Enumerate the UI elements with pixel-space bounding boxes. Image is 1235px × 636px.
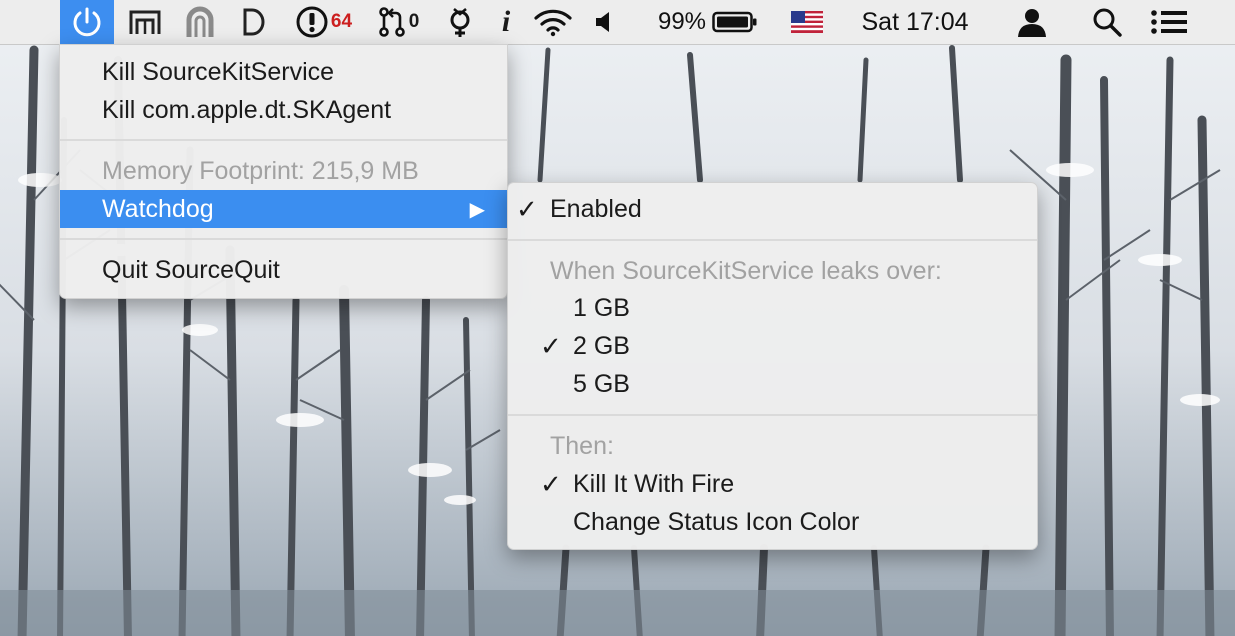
d-status-item[interactable] (238, 0, 270, 44)
menu-item-kill-skagent[interactable]: Kill com.apple.dt.SKAgent (60, 91, 507, 129)
watchdog-submenu: ✓ Enabled When SourceKitService leaks ov… (507, 182, 1038, 550)
menu-separator (60, 139, 507, 141)
user-icon (1018, 9, 1046, 37)
submenu-arrow-icon: ▶ (469, 198, 485, 221)
d-letter-icon (243, 8, 265, 36)
menu-bar: 64 0 i 99% Sat 17:04 (0, 0, 1235, 45)
hdd-monitor-icon (129, 10, 161, 34)
checkmark-icon: ✓ (540, 330, 562, 361)
menu-item-threshold-2gb[interactable]: ✓ 2 GB (508, 327, 1037, 365)
menu-item-label: Quit SourceQuit (102, 255, 280, 284)
info-icon: i (501, 5, 511, 38)
gender-status-item[interactable] (440, 0, 480, 44)
menu-item-label: 1 GB (573, 293, 630, 322)
menu-item-threshold-1gb[interactable]: 1 GB (508, 289, 1037, 327)
menu-item-label: 5 GB (573, 369, 630, 398)
menu-item-kill-sourcekitservice[interactable]: Kill SourceKitService (60, 53, 507, 91)
notification-center-status-item[interactable] (1148, 0, 1190, 44)
volume-status-item[interactable] (590, 0, 618, 44)
menu-item-label: Change Status Icon Color (573, 507, 860, 536)
info-status-item[interactable]: i (492, 0, 520, 44)
section-header: When SourceKitService leaks over: (550, 256, 942, 285)
section-header: Then: (550, 431, 614, 460)
us-flag-icon (791, 11, 823, 33)
leaks-threshold-header: When SourceKitService leaks over: (508, 251, 1037, 291)
menu-item-label: 2 GB (573, 331, 630, 360)
alert-count-badge: 64 (330, 11, 353, 32)
battery-percent: 99% (657, 8, 707, 35)
pull-requests-status-item[interactable]: 0 (372, 0, 424, 44)
menu-item-label: Kill com.apple.dt.SKAgent (102, 95, 392, 124)
wifi-status-item[interactable] (530, 0, 576, 44)
then-header: Then: (508, 427, 1037, 465)
menu-item-change-status-icon-color[interactable]: Change Status Icon Color (508, 503, 1037, 541)
menu-separator (508, 414, 1037, 416)
arch-icon (186, 6, 214, 37)
menu-item-watchdog[interactable]: Watchdog ▶ (60, 190, 507, 228)
arch-status-item[interactable] (180, 0, 220, 44)
clock-label: Sat 17:04 (861, 7, 969, 36)
disk-monitor-status-item[interactable] (126, 0, 164, 44)
input-source-status-item[interactable] (790, 0, 824, 44)
checkmark-icon: ✓ (516, 193, 538, 224)
clock-status-item[interactable]: Sat 17:04 (850, 0, 980, 44)
menu-item-memory-footprint: Memory Footprint: 215,9 MB (60, 152, 507, 190)
menu-item-threshold-5gb[interactable]: 5 GB (508, 365, 1037, 403)
menu-item-label: Watchdog (102, 194, 214, 223)
gender-icon (450, 8, 470, 37)
menu-separator (508, 239, 1037, 241)
menu-item-label: Kill SourceKitService (102, 57, 335, 86)
speaker-icon (596, 12, 609, 32)
spotlight-status-item[interactable] (1088, 0, 1126, 44)
menu-item-quit[interactable]: Quit SourceQuit (60, 251, 507, 289)
pull-request-count: 0 (408, 11, 420, 32)
alerts-status-item[interactable]: 64 (288, 0, 360, 44)
menu-item-label: Enabled (550, 194, 642, 223)
exclamation-icon (296, 6, 328, 38)
power-icon (73, 7, 101, 37)
search-icon (1093, 8, 1122, 37)
menu-item-label: Kill It With Fire (573, 469, 735, 498)
git-pull-request-icon (378, 7, 405, 37)
menu-separator (60, 238, 507, 240)
user-status-item[interactable] (1012, 0, 1052, 44)
menu-item-kill-it-with-fire[interactable]: ✓ Kill It With Fire (508, 465, 1037, 503)
menu-item-label: Memory Footprint: 215,9 MB (102, 156, 419, 185)
menu-item-enabled[interactable]: ✓ Enabled (508, 189, 1037, 229)
checkmark-icon: ✓ (540, 468, 562, 499)
battery-icon (712, 11, 757, 33)
battery-status-item[interactable]: 99% (652, 0, 764, 44)
sourcequit-menu: Kill SourceKitService Kill com.apple.dt.… (59, 44, 508, 299)
wifi-icon (534, 9, 572, 37)
sourcequit-status-item[interactable] (60, 0, 114, 44)
list-icon (1151, 10, 1187, 34)
